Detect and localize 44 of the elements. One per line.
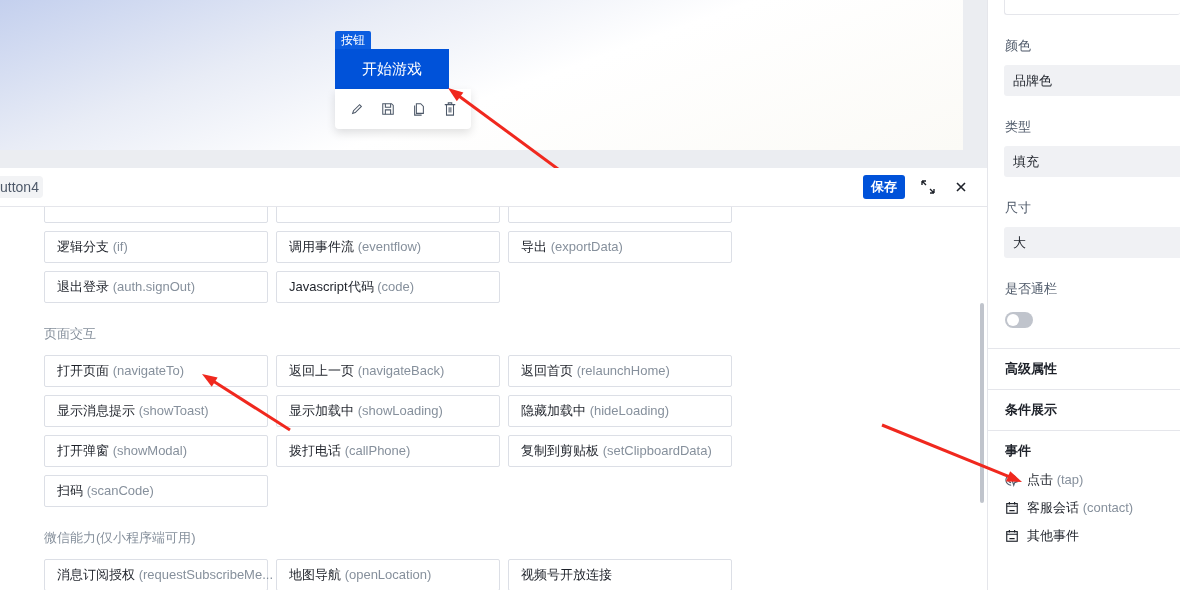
action-option[interactable]: 拨打电话 (callPhone): [276, 435, 500, 467]
action-option[interactable]: 逻辑分支 (if): [44, 231, 268, 263]
section-header[interactable]: 条件展示: [988, 389, 1180, 430]
action-option[interactable]: 显示消息提示 (showToast): [44, 395, 268, 427]
edit-icon[interactable]: [349, 102, 364, 116]
select-field[interactable]: 品牌色: [1004, 65, 1180, 96]
calendar-icon: [1005, 501, 1019, 515]
calendar-icon: [1005, 529, 1019, 543]
action-option[interactable]: 返回上一页 (navigateBack): [276, 355, 500, 387]
copy-icon[interactable]: [411, 102, 426, 116]
select-field[interactable]: 填充: [1004, 146, 1180, 177]
action-option[interactable]: 扫码 (scanCode): [44, 475, 268, 507]
scrollbar[interactable]: [980, 303, 984, 503]
group-title: 页面交互: [44, 326, 97, 342]
component-tag: 按钮: [335, 31, 371, 49]
field-label: 尺寸: [1005, 199, 1032, 217]
action-option[interactable]: 视频号开放连接: [508, 559, 732, 590]
action-option[interactable]: 调用事件流 (eventflow): [276, 231, 500, 263]
section-header[interactable]: 事件: [988, 430, 1180, 471]
section-header[interactable]: 高级属性: [988, 348, 1180, 389]
action-option[interactable]: Javascript代码 (code): [276, 271, 500, 303]
toggle-switch[interactable]: [1005, 312, 1033, 328]
save-icon[interactable]: [380, 102, 395, 116]
action-option[interactable]: 导出 (exportData): [508, 231, 732, 263]
action-option[interactable]: 打开弹窗 (showModal): [44, 435, 268, 467]
save-button[interactable]: 保存: [863, 175, 905, 199]
delete-icon[interactable]: [442, 102, 457, 116]
group-title: 微信能力(仅小程序端可用): [44, 530, 197, 546]
action-option[interactable]: 复制到剪贴板 (setClipboardData): [508, 435, 732, 467]
action-option[interactable]: 打开页面 (navigateTo): [44, 355, 268, 387]
event-item[interactable]: 其他事件: [1027, 527, 1079, 545]
field-label: 类型: [1005, 118, 1032, 136]
start-game-button[interactable]: 开始游戏: [335, 49, 449, 89]
action-option[interactable]: 返回首页 (relaunchHome): [508, 355, 732, 387]
component-id-tag: utton4: [0, 176, 43, 198]
select-field[interactable]: 大: [1004, 227, 1180, 258]
action-option[interactable]: 退出登录 (auth.signOut): [44, 271, 268, 303]
action-option[interactable]: 隐藏加载中 (hideLoading): [508, 395, 732, 427]
action-option[interactable]: 地图导航 (openLocation): [276, 559, 500, 590]
action-option[interactable]: 显示加载中 (showLoading): [276, 395, 500, 427]
field-label: 是否通栏: [1005, 280, 1058, 298]
event-item[interactable]: 客服会话 (contact): [1027, 499, 1134, 517]
event-item[interactable]: 点击 (tap): [1027, 471, 1084, 489]
field-label: 颜色: [1005, 37, 1032, 55]
